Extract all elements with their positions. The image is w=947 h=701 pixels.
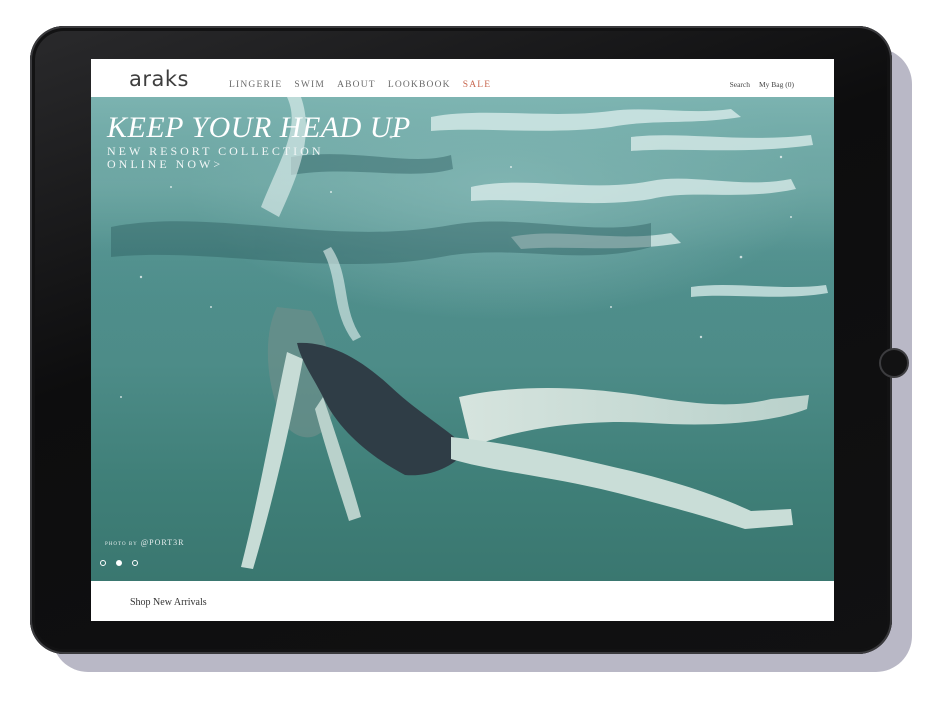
hero-subtitle-line2: ONLINE NOW> — [107, 157, 224, 171]
photo-credit-prefix: PHOTO BY — [105, 542, 138, 547]
nav-link-lookbook[interactable]: LOOKBOOK — [388, 79, 451, 91]
carousel-dot-2[interactable] — [116, 560, 122, 566]
hero-title: KEEP YOUR HEAD UP — [107, 111, 411, 144]
stage: araks LINGERIE SWIM ABOUT LOOKBOOK SALE … — [0, 0, 947, 701]
bag-link[interactable]: My Bag (0) — [759, 80, 794, 90]
photo-credit-handle[interactable]: @PORT3R — [141, 538, 185, 547]
brand-logo[interactable]: araks — [129, 67, 189, 91]
header-utility: Search My Bag (0) — [730, 80, 794, 90]
search-link[interactable]: Search — [730, 80, 750, 90]
photo-credit: PHOTO BY @PORT3R — [105, 538, 184, 550]
main-nav: LINGERIE SWIM ABOUT LOOKBOOK SALE — [229, 79, 491, 91]
shop-new-arrivals-link[interactable]: Shop New Arrivals — [130, 597, 207, 609]
home-button-icon[interactable] — [879, 348, 909, 378]
hero-cta[interactable]: NEW RESORT COLLECTION ONLINE NOW> — [107, 145, 324, 171]
carousel-dot-3[interactable] — [132, 560, 138, 566]
nav-link-lingerie[interactable]: LINGERIE — [229, 79, 282, 91]
tablet-screen: araks LINGERIE SWIM ABOUT LOOKBOOK SALE … — [91, 59, 834, 621]
nav-link-swim[interactable]: SWIM — [294, 79, 325, 91]
carousel-dots — [100, 560, 138, 566]
below-hero-bar: Shop New Arrivals — [91, 581, 834, 621]
carousel-dot-1[interactable] — [100, 560, 106, 566]
hero-banner[interactable]: KEEP YOUR HEAD UP NEW RESORT COLLECTION … — [91, 97, 834, 581]
nav-link-about[interactable]: ABOUT — [337, 79, 376, 91]
nav-link-sale[interactable]: SALE — [463, 79, 492, 91]
site-header: araks LINGERIE SWIM ABOUT LOOKBOOK SALE … — [91, 59, 834, 97]
